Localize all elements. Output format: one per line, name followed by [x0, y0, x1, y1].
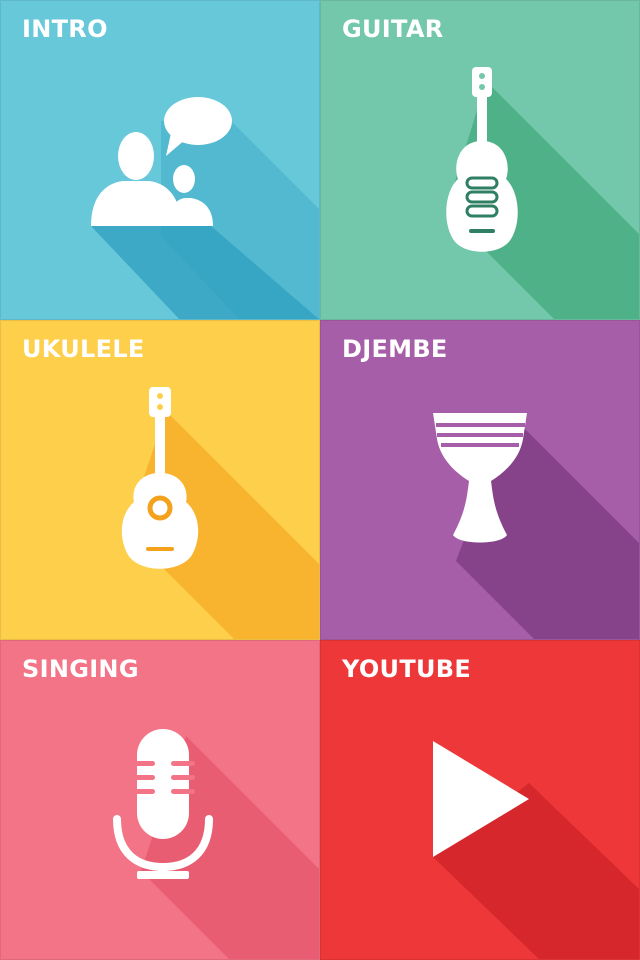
tile-intro[interactable]: INTRO [0, 0, 320, 320]
djembe-icon [433, 413, 639, 639]
tile-guitar[interactable]: GUITAR [320, 0, 640, 320]
guitar-icon [446, 67, 639, 319]
tile-youtube-label: YOUTUBE [342, 655, 472, 683]
tile-djembe[interactable]: DJEMBE [320, 320, 640, 640]
tile-ukulele-label: UKULELE [22, 335, 145, 363]
tile-intro-label: INTRO [22, 15, 108, 43]
microphone-icon [113, 729, 319, 959]
tile-youtube[interactable]: YOUTUBE [320, 640, 640, 960]
tile-ukulele[interactable]: UKULELE [0, 320, 320, 640]
tile-singing-label: SINGING [22, 655, 139, 683]
play-icon [433, 741, 639, 959]
tile-guitar-label: GUITAR [342, 15, 444, 43]
people-chat-icon [91, 97, 319, 319]
ukulele-icon [121, 387, 319, 639]
tile-djembe-label: DJEMBE [342, 335, 448, 363]
tile-singing[interactable]: SINGING [0, 640, 320, 960]
category-grid: INTRO GUITAR UKULELE DJEMBE SINGING YOUT… [0, 0, 640, 960]
